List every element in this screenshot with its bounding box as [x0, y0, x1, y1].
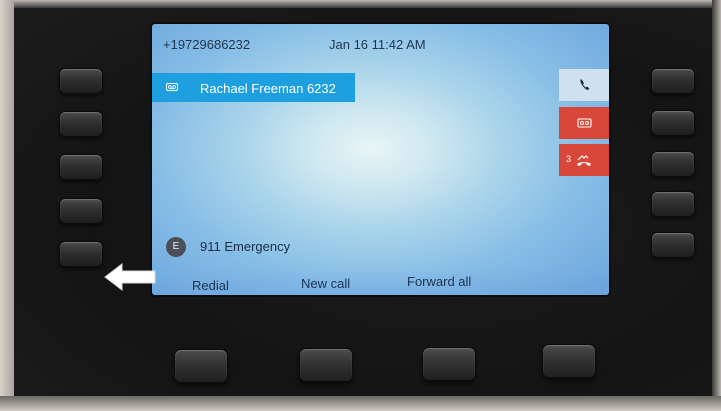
call-indicator[interactable] [559, 69, 609, 101]
speed-dial-label: 911 Emergency [200, 239, 291, 254]
softkey-button-4[interactable] [542, 344, 596, 378]
phone-number: +19729686232 [163, 37, 251, 52]
voicemail-icon [166, 83, 178, 91]
softkey-new-call[interactable]: New call [301, 276, 350, 291]
phone-screen: +19729686232 Jan 16 11:42 AM Rachael Fre… [152, 24, 609, 295]
softkey-redial[interactable]: Redial [192, 278, 229, 293]
avatar: E [166, 237, 186, 257]
line-item-selected[interactable]: Rachael Freeman 6232 [152, 73, 355, 102]
line-label: Rachael Freeman 6232 [200, 81, 336, 96]
wall-bottom [0, 396, 721, 411]
softkey-bar: Redial New call Forward all [152, 267, 609, 295]
status-bar: +19729686232 Jan 16 11:42 AM [152, 24, 609, 62]
right-session-key-5[interactable] [651, 232, 695, 258]
left-line-key-1[interactable] [59, 68, 103, 94]
wall-right [712, 0, 721, 411]
phone-icon [580, 79, 590, 90]
voicemail-icon [577, 118, 592, 128]
left-line-key-3[interactable] [59, 154, 103, 180]
right-session-key-1[interactable] [651, 68, 695, 94]
voicemail-indicator[interactable] [559, 107, 609, 139]
left-line-key-4[interactable] [59, 198, 103, 224]
right-session-key-3[interactable] [651, 151, 695, 177]
softkey-button-1[interactable] [174, 349, 228, 383]
softkey-button-3[interactable] [422, 347, 476, 381]
wall-top [0, 0, 721, 8]
right-session-key-2[interactable] [651, 110, 695, 136]
softkey-forward-all[interactable]: Forward all [407, 274, 471, 289]
right-session-key-4[interactable] [651, 191, 695, 217]
date-time: Jan 16 11:42 AM [329, 37, 426, 52]
wall-left [0, 0, 14, 411]
left-line-key-2[interactable] [59, 111, 103, 137]
missed-calls-indicator[interactable]: 3 [559, 144, 609, 176]
missed-call-icon [577, 155, 591, 166]
left-line-key-5[interactable] [59, 241, 103, 267]
pointer-arrow-icon [104, 262, 156, 292]
softkey-button-2[interactable] [299, 348, 353, 382]
